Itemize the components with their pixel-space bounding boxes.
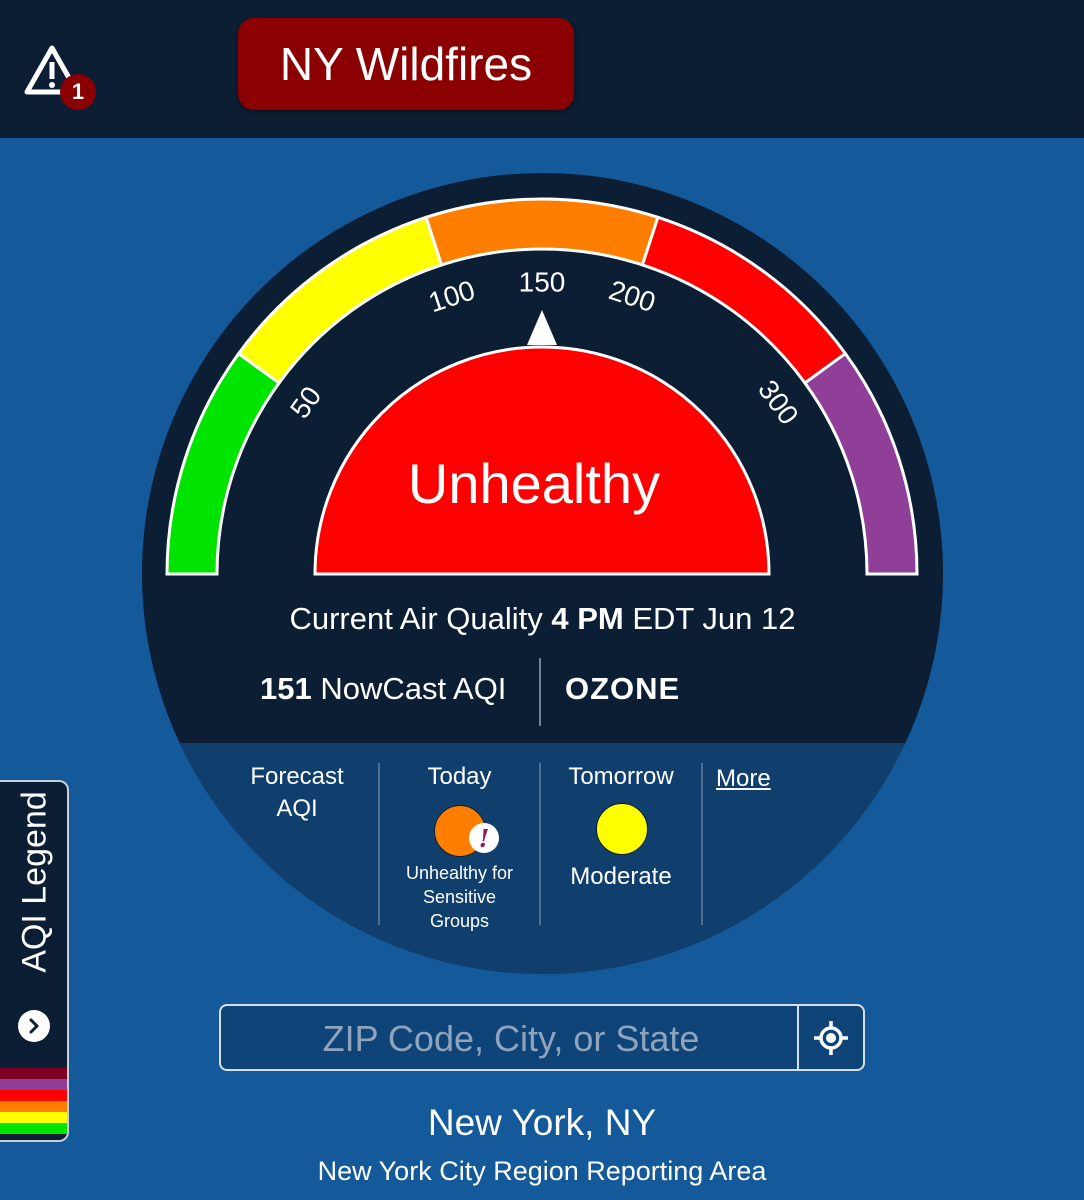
gauge-tick-label: 100 bbox=[425, 274, 479, 318]
today-category-line1: Unhealthy for bbox=[405, 863, 514, 883]
gauge-tick-label: 300 bbox=[752, 374, 805, 430]
gauge-segment-good bbox=[165, 351, 282, 576]
aqi-legend-tab[interactable]: AQI Legend bbox=[0, 780, 69, 1142]
forecast-tomorrow-label: Tomorrow bbox=[568, 763, 674, 790]
forecast-heading-line2: AQI bbox=[276, 795, 318, 822]
aqi-dial-panel: 50 100 150 200 300 Unhealthy Current Air Qua… bbox=[142, 173, 943, 974]
alert-count-badge: 1 bbox=[60, 74, 96, 110]
current-suffix: EDT Jun 12 bbox=[632, 601, 796, 636]
category-label: Unhealthy bbox=[408, 452, 660, 515]
crosshair-icon bbox=[814, 1020, 848, 1055]
gauge-segment-moderate bbox=[236, 215, 444, 386]
forecast-heading: Forecast AQI bbox=[242, 763, 352, 823]
chevron-right-icon bbox=[18, 1010, 50, 1042]
gauge-segment-very-unhealthy bbox=[802, 351, 919, 576]
forecast-today: Today bbox=[382, 763, 537, 791]
location-name: New York, NY bbox=[427, 1102, 657, 1143]
event-banner-button[interactable]: NY Wildfires bbox=[238, 18, 574, 110]
gauge-tick-label: 50 bbox=[284, 381, 327, 424]
pollutant-label: OZONE bbox=[565, 671, 681, 706]
divider bbox=[539, 658, 541, 726]
forecast-heading-line1: Forecast bbox=[250, 763, 344, 790]
current-time: 4 PM bbox=[551, 601, 624, 636]
forecast-tomorrow: Tomorrow bbox=[542, 763, 700, 791]
gauge-tick-label: 200 bbox=[605, 274, 659, 318]
tomorrow-aqi-circle bbox=[596, 803, 648, 855]
more-forecast-link[interactable]: More bbox=[716, 765, 771, 793]
today-category: Unhealthy for Sensitive Groups bbox=[382, 861, 537, 933]
alert-mark: ! bbox=[478, 823, 490, 853]
today-category-line2: Sensitive bbox=[422, 887, 497, 907]
aqi-legend-label: AQI Legend bbox=[15, 791, 54, 973]
gauge-tick-label: 150 bbox=[519, 266, 566, 297]
location-search bbox=[219, 1004, 865, 1071]
divider bbox=[378, 763, 380, 925]
nowcast-aqi: 151 NowCast AQI bbox=[260, 671, 506, 707]
reporting-area: New York City Region Reporting Area bbox=[317, 1156, 767, 1186]
location-search-input[interactable] bbox=[221, 1006, 801, 1071]
divider bbox=[701, 763, 703, 925]
divider bbox=[539, 763, 541, 925]
top-bar: 1 NY Wildfires bbox=[0, 0, 1084, 138]
aqi-value: 151 bbox=[260, 671, 312, 706]
aqi-label: NowCast AQI bbox=[320, 671, 507, 706]
alerts-button[interactable]: 1 bbox=[20, 40, 100, 120]
current-prefix: Current Air Quality bbox=[289, 601, 543, 636]
legend-stripe bbox=[0, 1079, 67, 1090]
legend-stripe bbox=[0, 1068, 67, 1079]
sensitive-alert-icon: ! bbox=[469, 823, 499, 853]
gauge-segment-usg bbox=[424, 197, 660, 267]
legend-stripe bbox=[0, 1090, 67, 1101]
gauge-segment-unhealthy bbox=[640, 215, 848, 386]
locate-me-button[interactable] bbox=[799, 1006, 863, 1069]
tomorrow-category: Moderate bbox=[570, 863, 672, 890]
aqi-pointer bbox=[527, 310, 557, 345]
current-air-quality-line: Current Air Quality 4 PM EDT Jun 12 bbox=[142, 601, 943, 637]
forecast-today-label: Today bbox=[427, 763, 492, 790]
today-category-line3: Groups bbox=[429, 911, 490, 931]
